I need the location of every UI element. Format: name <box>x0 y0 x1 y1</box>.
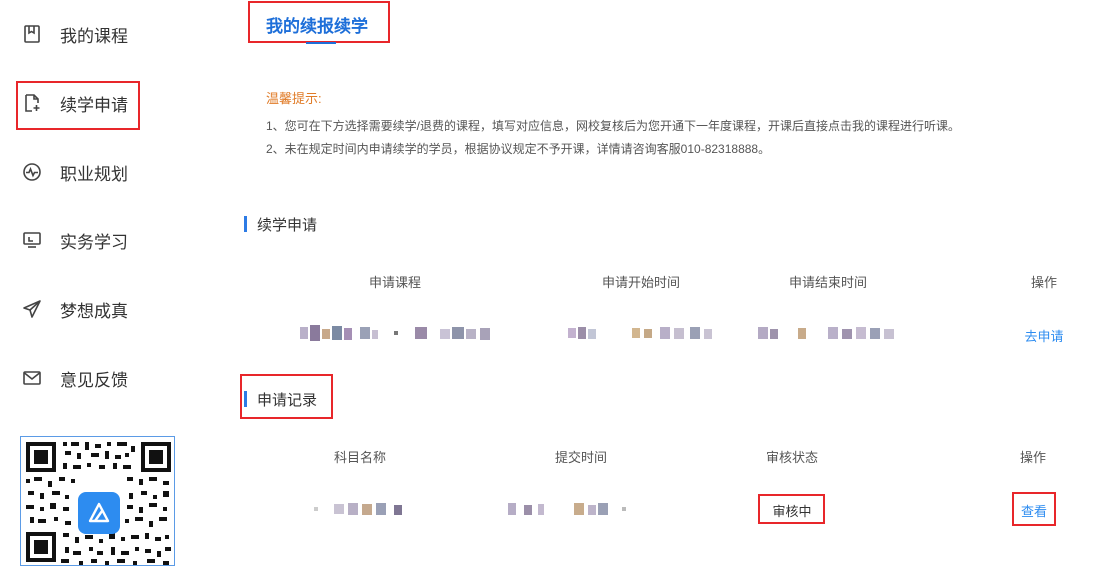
notice-line: 2、未在规定时间内申请续学的学员，根据协议规定不予开课，详情请咨询客服010-8… <box>266 142 771 156</box>
paper-plane-icon <box>22 299 42 319</box>
column-header: 申请结束时间 <box>788 275 868 290</box>
section-application-records: 申请记录 <box>244 390 318 409</box>
review-status: 审核中 <box>772 504 812 519</box>
qr-code <box>20 436 175 566</box>
mail-icon <box>22 368 42 388</box>
view-link[interactable]: 查看 <box>1021 501 1047 520</box>
sidebar-item-dream-come-true[interactable]: 梦想成真 <box>22 294 128 324</box>
section-accent-bar <box>244 391 247 407</box>
sidebar-item-label: 实务学习 <box>60 232 128 252</box>
column-header: 申请开始时间 <box>601 275 681 290</box>
section-renewal-apply: 续学申请 <box>244 215 318 234</box>
column-header: 操作 <box>1030 275 1058 290</box>
column-header: 科目名称 <box>333 450 387 465</box>
bookmark-icon <box>22 24 42 44</box>
section-title: 申请记录 <box>257 391 318 409</box>
redacted-course-name <box>300 325 495 341</box>
column-header: 审核状态 <box>765 450 819 465</box>
sidebar-item-label: 意见反馈 <box>60 370 128 390</box>
sidebar-item-my-courses[interactable]: 我的课程 <box>22 19 128 49</box>
column-header: 申请课程 <box>368 275 422 290</box>
sidebar-item-career-planning[interactable]: 职业规划 <box>22 157 128 187</box>
redacted-start-time <box>568 325 713 341</box>
redacted-subject-name <box>314 501 409 517</box>
monitor-icon <box>22 230 42 250</box>
notice-line: 1、您可在下方选择需要续学/退费的课程，填写对应信息，网校复核后为您开通下一年度… <box>266 119 961 133</box>
sidebar-item-label: 职业规划 <box>60 164 128 184</box>
sidebar-item-label: 我的课程 <box>60 26 128 46</box>
sidebar-item-feedback[interactable]: 意见反馈 <box>22 363 128 393</box>
column-header: 操作 <box>1019 450 1047 465</box>
title-underline <box>306 42 336 44</box>
sidebar-item-label: 梦想成真 <box>60 301 128 321</box>
section-title: 续学申请 <box>257 216 318 234</box>
app-logo-icon <box>78 492 120 534</box>
notice-title: 温馨提示: <box>266 91 322 106</box>
redacted-submit-time <box>508 501 633 517</box>
pulse-icon <box>22 162 42 182</box>
apply-link[interactable]: 去申请 <box>1024 326 1063 345</box>
column-header: 提交时间 <box>554 450 608 465</box>
redacted-end-time <box>758 325 903 341</box>
sidebar-item-practical-learning[interactable]: 实务学习 <box>22 225 128 255</box>
page-title: 我的续报续学 <box>266 17 368 36</box>
highlight-box <box>16 81 140 130</box>
section-accent-bar <box>244 216 247 232</box>
